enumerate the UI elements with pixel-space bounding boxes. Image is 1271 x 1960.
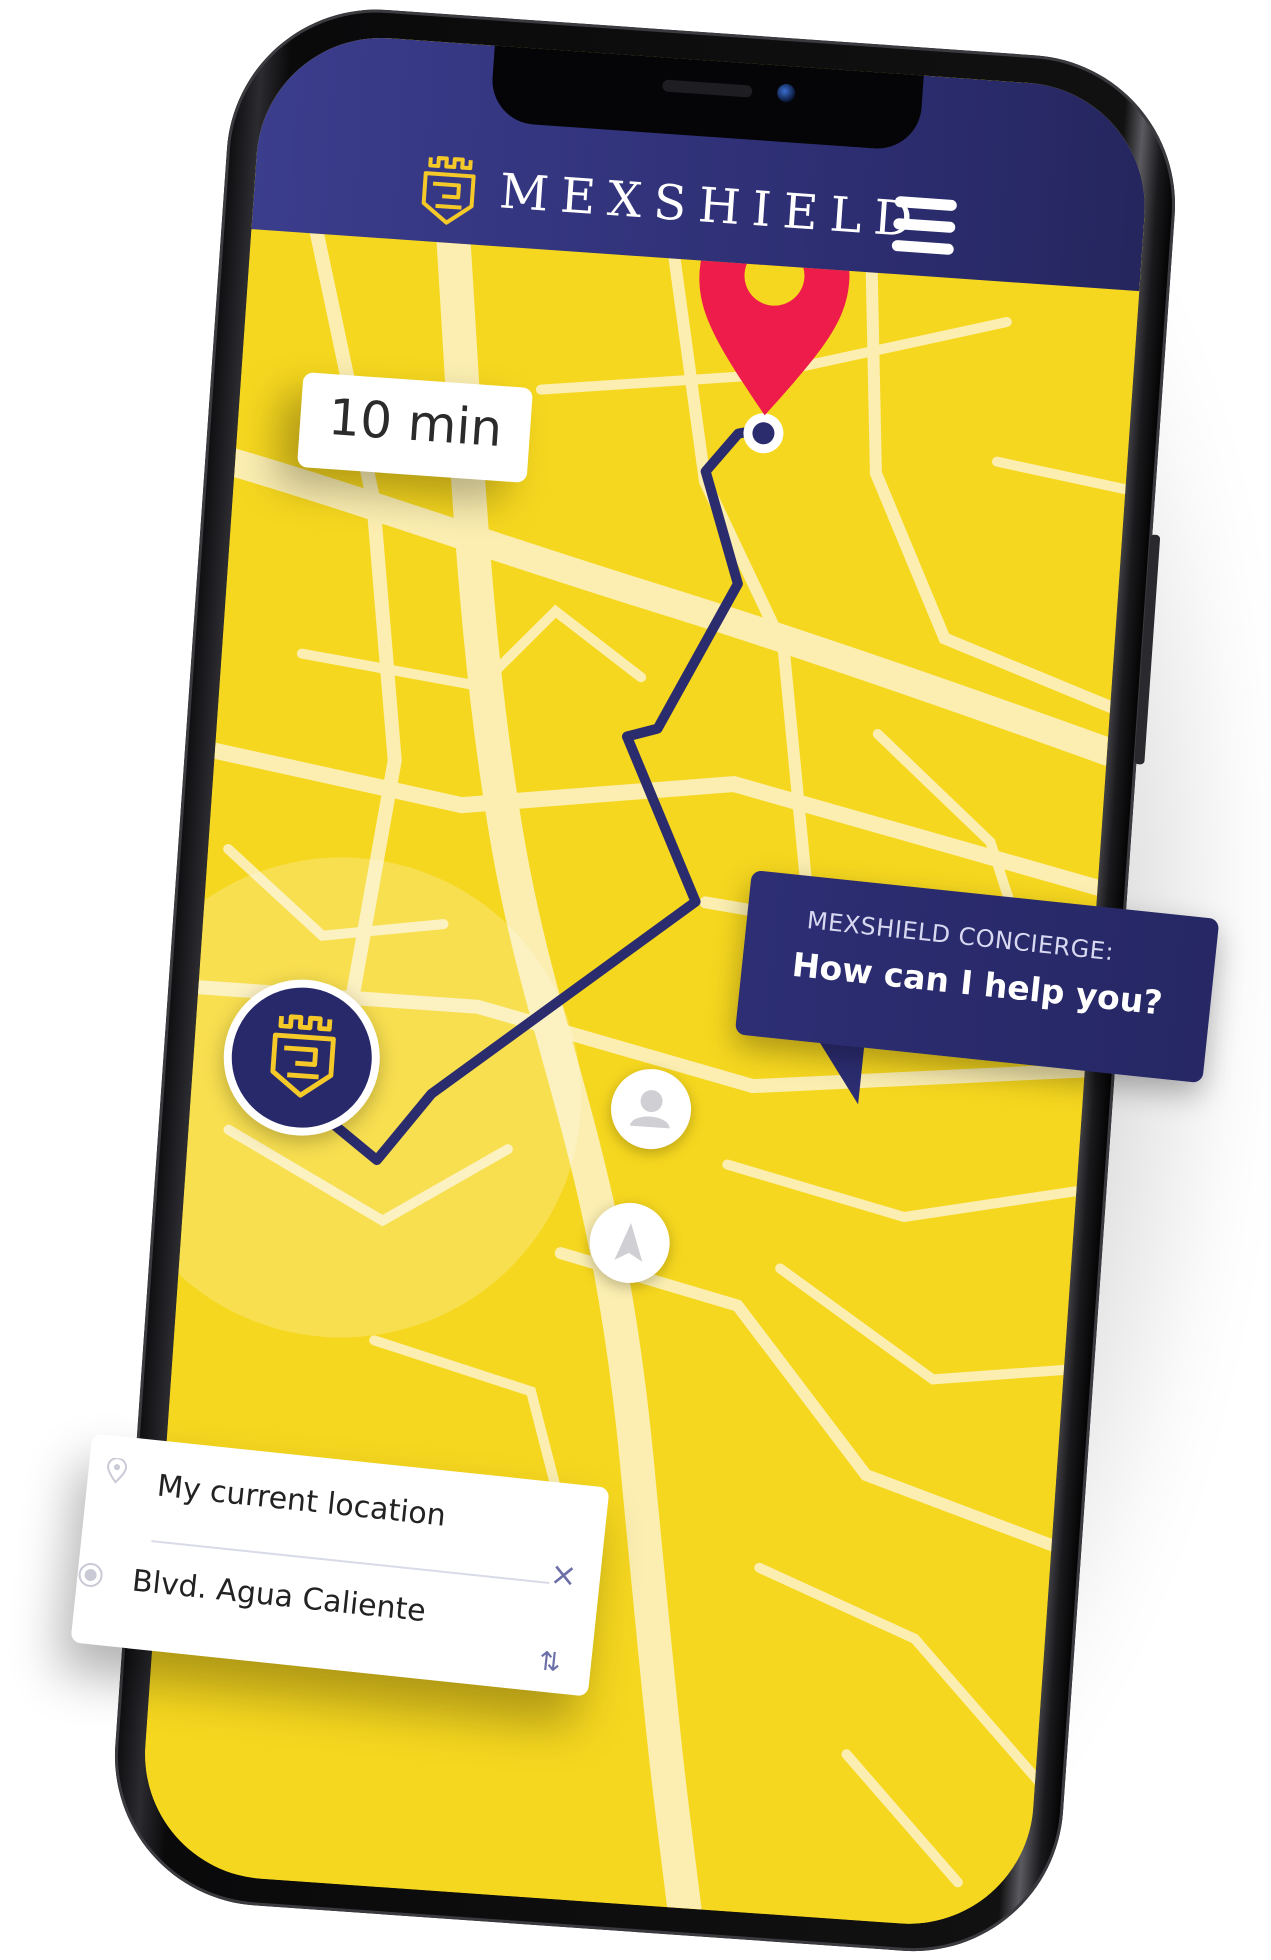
radio-dot-icon [78, 1562, 103, 1587]
castle-shield-logo-icon [270, 1014, 336, 1098]
destination-field[interactable]: Blvd. Agua Caliente [130, 1563, 427, 1629]
person-icon [629, 1090, 670, 1129]
origin-field[interactable]: My current location [155, 1469, 447, 1534]
front-camera [776, 83, 796, 103]
castle-shield-logo-icon [421, 155, 476, 225]
profile-button[interactable] [608, 1066, 694, 1152]
clear-route-button[interactable]: × [548, 1554, 579, 1595]
navigate-button[interactable] [586, 1200, 673, 1286]
eta-label: 10 min [326, 388, 505, 459]
menu-bar-icon [891, 239, 955, 256]
location-pin-outline-icon [107, 1457, 127, 1484]
brand-title: MEXSHIELD [497, 163, 927, 249]
eta-card: 10 min [296, 372, 534, 483]
navigation-arrow-icon [614, 1222, 643, 1262]
swap-route-button[interactable]: ⇅ [537, 1646, 562, 1678]
menu-bar-icon [894, 195, 958, 212]
app-scene: MEXSHIELD 10 min My current location × B… [0, 0, 1271, 1960]
chat-bubble-tail [810, 1037, 865, 1105]
menu-bar-icon [893, 217, 956, 234]
speaker-grille [662, 79, 753, 98]
hamburger-menu-button[interactable] [891, 195, 958, 256]
